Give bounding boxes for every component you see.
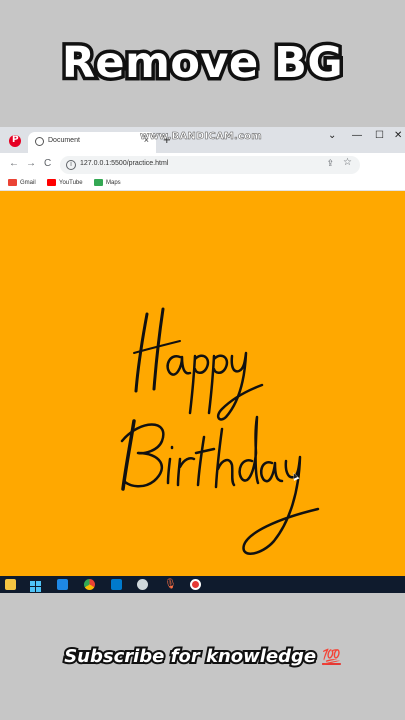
address-bar: ← → C i 127.0.0.1:5500/practice.html ⇪ ☆ xyxy=(0,153,405,195)
record-icon[interactable] xyxy=(190,579,201,590)
browser-window: Document × + www.BANDICAM.com ⌄ — ☐ ✕ ← … xyxy=(0,127,405,592)
microphone-icon[interactable]: 🎙 xyxy=(164,579,177,590)
headline: Remove BG xyxy=(58,35,346,92)
maximize-button[interactable]: ☐ xyxy=(375,130,384,141)
bookmark-gmail[interactable]: Gmail xyxy=(8,179,36,186)
taskbar: 🎙 xyxy=(0,576,405,593)
bookmark-label: Maps xyxy=(106,179,121,186)
file-explorer-icon[interactable] xyxy=(5,579,16,590)
chevron-down-icon[interactable]: ⌄ xyxy=(328,130,336,141)
tab-strip: Document × + www.BANDICAM.com ⌄ — ☐ ✕ xyxy=(0,127,405,153)
minimize-button[interactable]: — xyxy=(352,130,362,141)
bookmark-label: Gmail xyxy=(20,179,36,186)
app-icon[interactable] xyxy=(137,579,148,590)
back-button[interactable]: ← xyxy=(9,158,19,169)
url-input[interactable]: i 127.0.0.1:5500/practice.html ⇪ ☆ xyxy=(60,156,360,174)
close-window-button[interactable]: ✕ xyxy=(394,130,402,141)
page-content xyxy=(0,191,405,578)
youtube-icon xyxy=(47,179,56,186)
gmail-icon xyxy=(8,179,17,186)
happy-birthday-lettering xyxy=(120,307,320,555)
maps-icon xyxy=(94,179,103,186)
site-info-icon[interactable]: i xyxy=(66,160,76,170)
bookmarks-bar: Gmail YouTube Maps xyxy=(0,177,405,191)
tab-title: Document xyxy=(48,137,80,144)
star-icon[interactable]: ☆ xyxy=(343,157,352,168)
bookmark-youtube[interactable]: YouTube xyxy=(47,179,83,186)
start-icon[interactable] xyxy=(30,579,41,592)
reload-button[interactable]: C xyxy=(44,158,51,169)
bookmark-label: YouTube xyxy=(59,179,83,186)
bookmark-maps[interactable]: Maps xyxy=(94,179,121,186)
globe-icon xyxy=(35,137,44,146)
chrome-icon[interactable] xyxy=(84,579,95,590)
url-text: 127.0.0.1:5500/practice.html xyxy=(80,160,169,167)
bandicam-watermark: www.BANDICAM.com xyxy=(140,131,262,143)
tab-document[interactable]: Document × xyxy=(28,132,156,153)
forward-button[interactable]: → xyxy=(26,158,36,169)
vscode-icon[interactable] xyxy=(111,579,122,590)
subscribe-caption: Subscribe for knowledge 💯 xyxy=(0,644,405,669)
share-icon[interactable]: ⇪ xyxy=(326,158,334,169)
mail-icon[interactable] xyxy=(57,579,68,590)
subscribe-text: Subscribe for knowledge xyxy=(62,644,318,669)
pinterest-icon[interactable] xyxy=(9,135,21,147)
hundred-emoji-icon: 💯 xyxy=(322,648,341,666)
